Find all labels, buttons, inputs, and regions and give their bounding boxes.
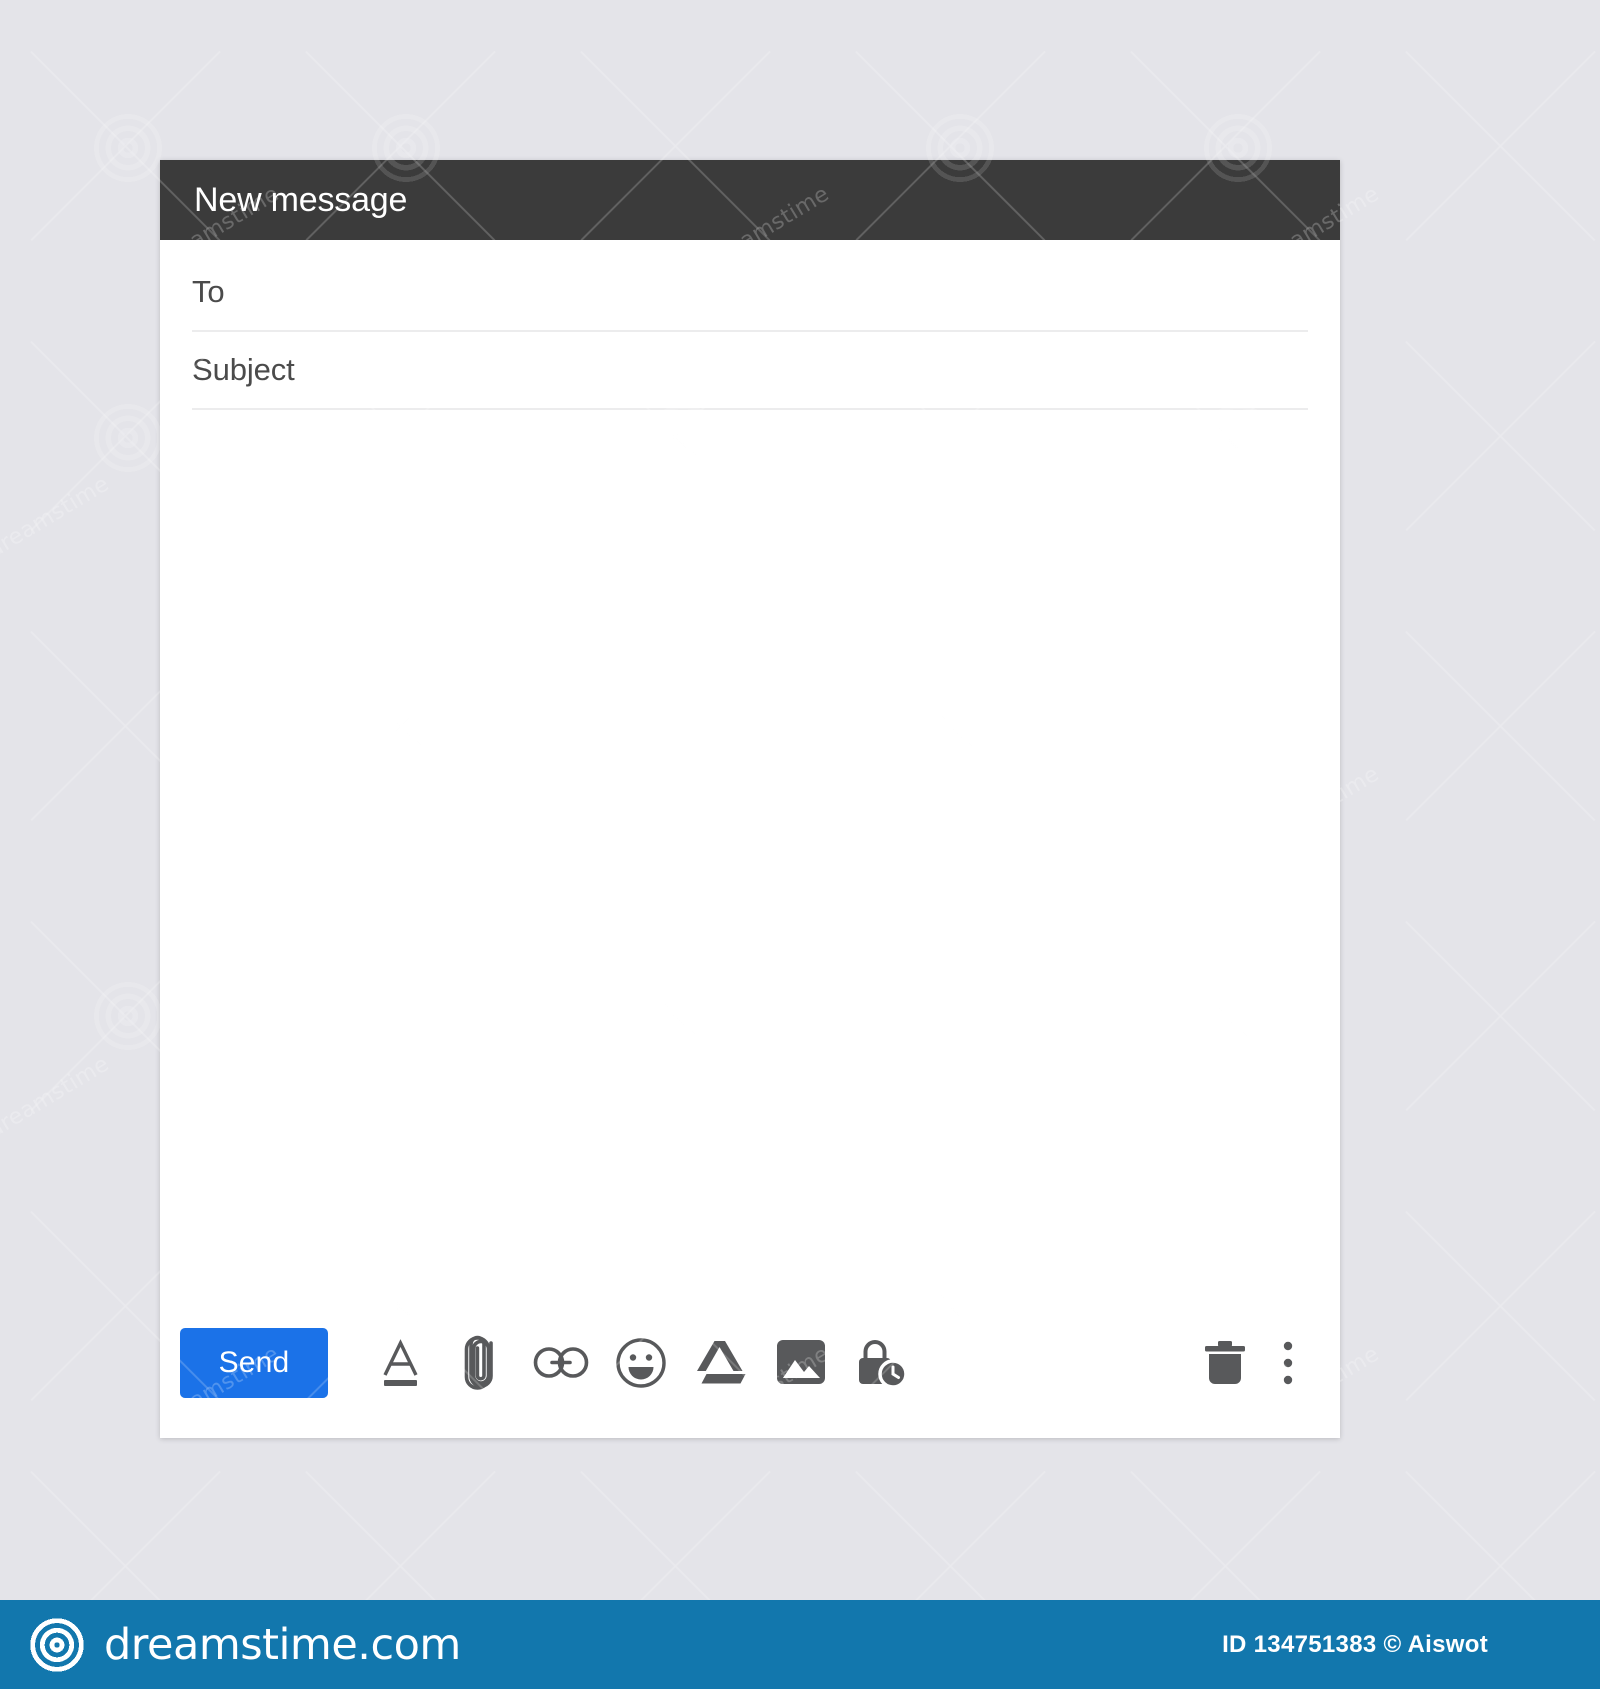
send-button[interactable]: Send [180, 1328, 328, 1398]
watermark-word: dreamstime [0, 1051, 114, 1144]
compose-footer-right-actions [1194, 1330, 1320, 1396]
compose-footer-toolbar: Send [160, 1288, 1340, 1438]
image-icon[interactable] [770, 1330, 832, 1396]
paperclip-icon[interactable] [450, 1330, 512, 1396]
to-field-row[interactable]: To [192, 254, 1308, 332]
compose-window-header: New message [160, 160, 1340, 240]
watermark-word: dreamstime [0, 471, 114, 564]
google-drive-icon[interactable] [690, 1330, 752, 1396]
link-icon[interactable] [530, 1330, 592, 1396]
watermark-x [1385, 610, 1600, 840]
image-credit-text: ID 134751383 © Aiswot [1222, 1630, 1488, 1658]
watermark-x [1385, 320, 1600, 550]
dreamstime-spiral-logo [26, 1613, 88, 1676]
lock-clock-icon[interactable] [850, 1330, 912, 1396]
to-field-label: To [192, 274, 225, 309]
subject-field-label: Subject [192, 352, 295, 387]
watermark-x [1385, 900, 1600, 1130]
brand-logo-group: dreamstime.com [26, 1613, 461, 1676]
watermark-x [1385, 1190, 1600, 1420]
watermark-x [1385, 30, 1600, 260]
format-text-icon[interactable] [370, 1330, 432, 1396]
message-body-input[interactable] [192, 410, 1308, 1288]
subject-field-row[interactable]: Subject [192, 332, 1308, 410]
compose-tool-icons [370, 1330, 912, 1396]
brand-site-name: dreamstime.com [104, 1619, 461, 1670]
emoji-icon[interactable] [610, 1330, 672, 1396]
dreamstime-brand-bar: dreamstime.com ID 134751383 © Aiswot [0, 1600, 1600, 1689]
more-options-icon[interactable] [1274, 1330, 1302, 1396]
page-title: New message [194, 180, 408, 219]
compose-window: New message To Subject Send [160, 160, 1340, 1438]
trash-icon[interactable] [1194, 1330, 1256, 1396]
